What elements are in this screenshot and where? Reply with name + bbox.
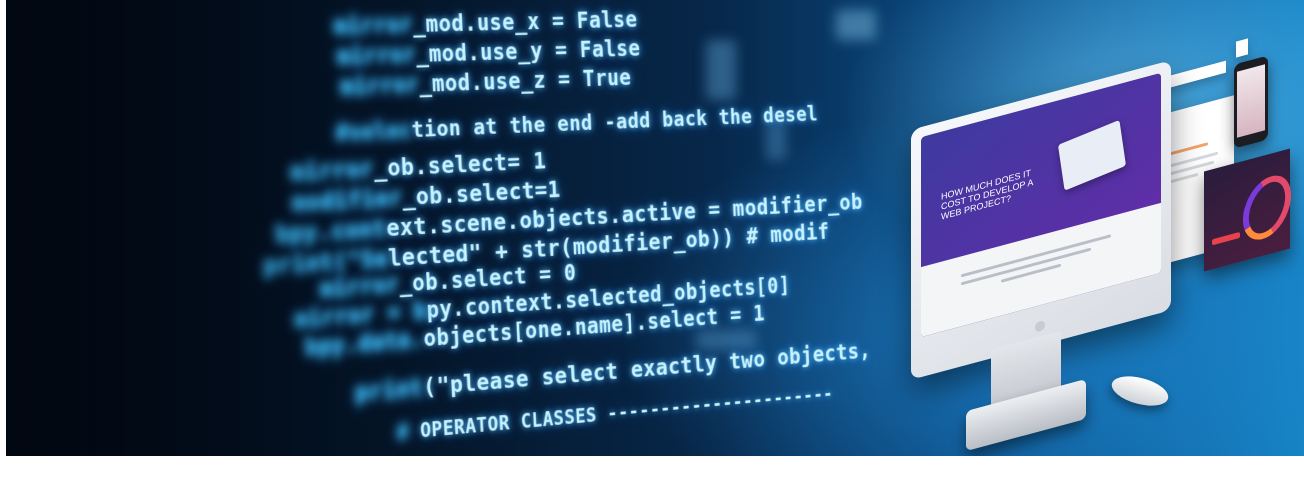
swirl-graphic	[1234, 173, 1300, 242]
dark-webpage-card	[1204, 148, 1300, 272]
mouse-icon	[1108, 370, 1172, 412]
logo-icon	[1035, 319, 1045, 333]
phone-screen	[1237, 64, 1265, 138]
screen-laptop-illustration	[1057, 119, 1127, 191]
floating-square	[1236, 38, 1248, 58]
monitor: HOW MUCH DOES IT COST TO DEVELOP A WEB P…	[911, 60, 1171, 380]
screen-text-line	[961, 247, 1091, 286]
phone-mockup	[1234, 55, 1268, 149]
hero-banner: mirror_mod.use_x = False mirror_mod.use_…	[6, 0, 1304, 456]
screen-headline: HOW MUCH DOES IT COST TO DEVELOP A WEB P…	[941, 167, 1033, 222]
card-button	[1212, 231, 1240, 246]
device-illustration: HOW MUCH DOES IT COST TO DEVELOP A WEB P…	[6, 0, 1304, 456]
